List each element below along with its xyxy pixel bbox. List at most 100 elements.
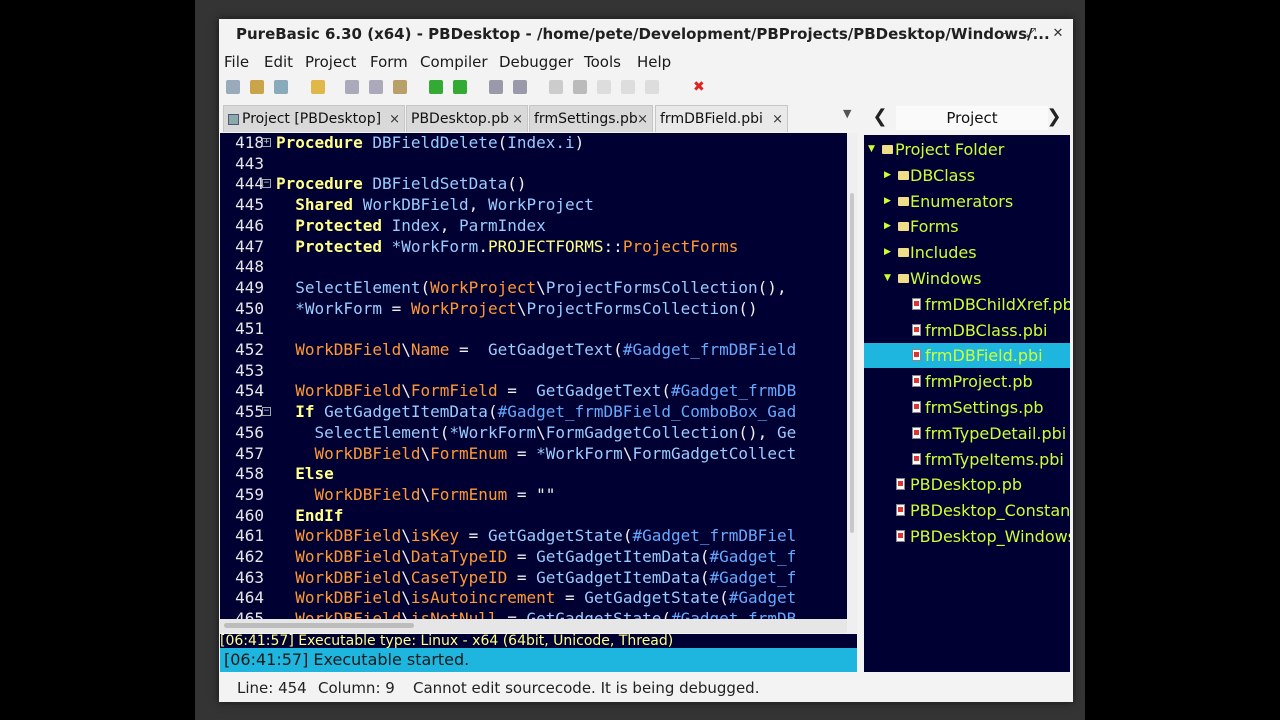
tab-pbdesktop-pb[interactable]: PBDesktop.pb × <box>406 105 528 132</box>
output-current-line[interactable]: [06:41:57] Executable started. <box>220 648 857 672</box>
code-line[interactable]: 452 WorkDBField\Name = GetGadgetText(#Ga… <box>220 340 847 360</box>
code-line[interactable]: 461 WorkDBField\isKey = GetGadgetState(#… <box>220 526 847 546</box>
paste-icon[interactable] <box>393 80 407 94</box>
step-icon[interactable] <box>597 80 611 94</box>
code-line[interactable]: 446 Protected Index, ParmIndex <box>220 216 847 236</box>
debug-icon[interactable] <box>513 80 527 94</box>
copy-icon[interactable] <box>369 80 383 94</box>
code-line[interactable]: 460 EndIf <box>220 506 847 526</box>
open-folder-icon[interactable] <box>311 80 325 94</box>
code-line[interactable]: 418 + Procedure DBFieldDelete(Index.i) <box>220 133 847 153</box>
tab-frmdbfield-pbi[interactable]: frmDBField.pbi × <box>655 105 788 132</box>
cut-icon[interactable] <box>345 80 359 94</box>
title-bar[interactable]: PureBasic 6.30 (x64) - PBDesktop - /home… <box>219 19 1073 49</box>
expand-arrow-icon[interactable]: ▼ <box>868 137 875 162</box>
panel-next-arrow-icon[interactable]: ❯ <box>1044 106 1064 130</box>
menu-form[interactable]: Form <box>370 53 408 71</box>
fold-expand-icon[interactable]: + <box>262 138 271 147</box>
scrollbar-thumb[interactable] <box>224 623 414 628</box>
tab-label: frmSettings.pb <box>534 111 638 127</box>
panel-tab-project[interactable]: Project <box>896 106 1048 130</box>
code-line[interactable]: 445 Shared WorkDBField, WorkProject <box>220 195 847 215</box>
tree-item-frmtypedetail-pbi[interactable]: frmTypeDetail.pbi <box>864 421 1070 446</box>
code-line[interactable]: 448 <box>220 257 847 277</box>
menu-help[interactable]: Help <box>637 53 671 71</box>
open-file-icon[interactable] <box>250 80 264 94</box>
editor-horizontal-scrollbar[interactable] <box>220 619 847 633</box>
tree-item-pbdesktop-pb[interactable]: PBDesktop.pb <box>864 472 1070 497</box>
scrollbar-thumb[interactable] <box>850 193 854 533</box>
fold-collapse-icon[interactable]: − <box>262 407 271 417</box>
tab-frmsettings-pb[interactable]: frmSettings.pb × <box>529 105 653 132</box>
pause-icon[interactable] <box>573 80 587 94</box>
step-out-icon[interactable] <box>645 80 659 94</box>
code-line[interactable]: 464 WorkDBField\isAutoincrement = GetGad… <box>220 588 847 608</box>
code-line[interactable]: 453 <box>220 361 847 381</box>
compile-icon[interactable] <box>489 80 503 94</box>
tree-item-pbdesktop-windows-pbi[interactable]: PBDesktop_Windows.pbi <box>864 524 1070 549</box>
menu-compiler[interactable]: Compiler <box>420 53 488 71</box>
tab-close-icon[interactable]: × <box>772 106 783 133</box>
collapse-arrow-icon[interactable]: ▶ <box>884 240 891 265</box>
code-line[interactable]: 449 SelectElement(WorkProject\ProjectFor… <box>220 278 847 298</box>
tree-item-forms[interactable]: ▶ Forms <box>864 214 1070 239</box>
minimize-button[interactable]: – <box>995 25 1013 43</box>
fold-collapse-icon[interactable]: − <box>262 179 271 189</box>
panel-prev-arrow-icon[interactable]: ❮ <box>870 106 890 130</box>
collapse-arrow-icon[interactable]: ▶ <box>884 189 891 214</box>
code-line[interactable]: 463 WorkDBField\CaseTypeID = GetGadgetIt… <box>220 568 847 588</box>
new-file-icon[interactable] <box>226 80 240 94</box>
save-icon[interactable] <box>274 80 288 94</box>
code-line[interactable]: 444− Procedure DBFieldSetData() <box>220 174 847 194</box>
menu-file[interactable]: File <box>224 53 249 71</box>
tree-item-pbdesktop-constants-pbi[interactable]: PBDesktop_Constants.pbi <box>864 498 1070 523</box>
collapse-arrow-icon[interactable]: ▶ <box>884 214 891 239</box>
close-window-button[interactable]: ✕ <box>1049 25 1067 43</box>
line-number: 455 <box>235 402 264 422</box>
menu-debugger[interactable]: Debugger <box>499 53 573 71</box>
redo-icon[interactable] <box>453 80 467 94</box>
editor-vertical-scrollbar[interactable] <box>847 133 857 633</box>
code-line[interactable]: 443 <box>220 154 847 174</box>
code-line[interactable]: 455− If GetGadgetItemData(#Gadget_frmDBF… <box>220 402 847 422</box>
code-line[interactable]: 457 WorkDBField\FormEnum = *WorkForm\For… <box>220 444 847 464</box>
tab-scroll-arrow-icon[interactable]: ▼ <box>843 107 851 120</box>
menu-tools[interactable]: Tools <box>584 53 621 71</box>
tab-close-icon[interactable]: × <box>637 106 648 133</box>
code-line[interactable]: 456 SelectElement(*WorkForm\FormGadgetCo… <box>220 423 847 443</box>
code-text: WorkDBField\isNotNull = GetGadgetState(#… <box>295 609 797 619</box>
tree-item-frmtypeitems-pbi[interactable]: frmTypeItems.pbi <box>864 447 1070 472</box>
step-over-icon[interactable] <box>621 80 635 94</box>
tab-project-pbdesktop[interactable]: Project [PBDesktop] × <box>223 105 405 132</box>
code-text: Else <box>295 464 334 484</box>
tree-item-dbclass[interactable]: ▶ DBClass <box>864 163 1070 188</box>
menu-edit[interactable]: Edit <box>264 53 293 71</box>
tree-item-frmproject-pb[interactable]: frmProject.pb <box>864 369 1070 394</box>
code-line[interactable]: 459 WorkDBField\FormEnum = "" <box>220 485 847 505</box>
code-line[interactable]: 458 Else <box>220 464 847 484</box>
tree-item-includes[interactable]: ▶ Includes <box>864 240 1070 265</box>
kill-icon[interactable]: ✖ <box>693 80 707 94</box>
tree-item-frmdbfield-pbi[interactable]: frmDBField.pbi <box>864 343 1070 369</box>
code-line[interactable]: 447 Protected *WorkForm.PROJECTFORMS::Pr… <box>220 237 847 257</box>
expand-arrow-icon[interactable]: ▼ <box>884 266 891 291</box>
tab-close-icon[interactable]: × <box>389 106 400 133</box>
code-editor[interactable]: 418 + Procedure DBFieldDelete(Index.i) 443 4… <box>220 133 847 619</box>
code-line[interactable]: 462 WorkDBField\DataTypeID = GetGadgetIt… <box>220 547 847 567</box>
collapse-arrow-icon[interactable]: ▶ <box>884 163 891 188</box>
tree-item-frmsettings-pb[interactable]: frmSettings.pb <box>864 395 1070 420</box>
tab-close-icon[interactable]: × <box>512 106 523 133</box>
code-line[interactable]: 451 <box>220 319 847 339</box>
code-line[interactable]: 454 WorkDBField\FormField = GetGadgetTex… <box>220 381 847 401</box>
maximize-button[interactable]: ⤢ <box>1022 25 1040 43</box>
code-line[interactable]: 450 *WorkForm = WorkProject\ProjectForms… <box>220 299 847 319</box>
tree-item-windows[interactable]: ▼ Windows <box>864 266 1070 291</box>
continue-icon[interactable] <box>549 80 563 94</box>
code-line[interactable]: 465 WorkDBField\isNotNull = GetGadgetSta… <box>220 609 847 619</box>
undo-icon[interactable] <box>429 80 443 94</box>
tree-item-frmdbclass-pbi[interactable]: frmDBClass.pbi <box>864 318 1070 343</box>
tree-item-enumerators[interactable]: ▶ Enumerators <box>864 189 1070 214</box>
tree-item-frmdbchildxref-pbi[interactable]: frmDBChildXref.pbi <box>864 292 1070 317</box>
menu-project[interactable]: Project <box>305 53 356 71</box>
tree-item-project-folder[interactable]: ▼ Project Folder <box>864 137 1070 162</box>
